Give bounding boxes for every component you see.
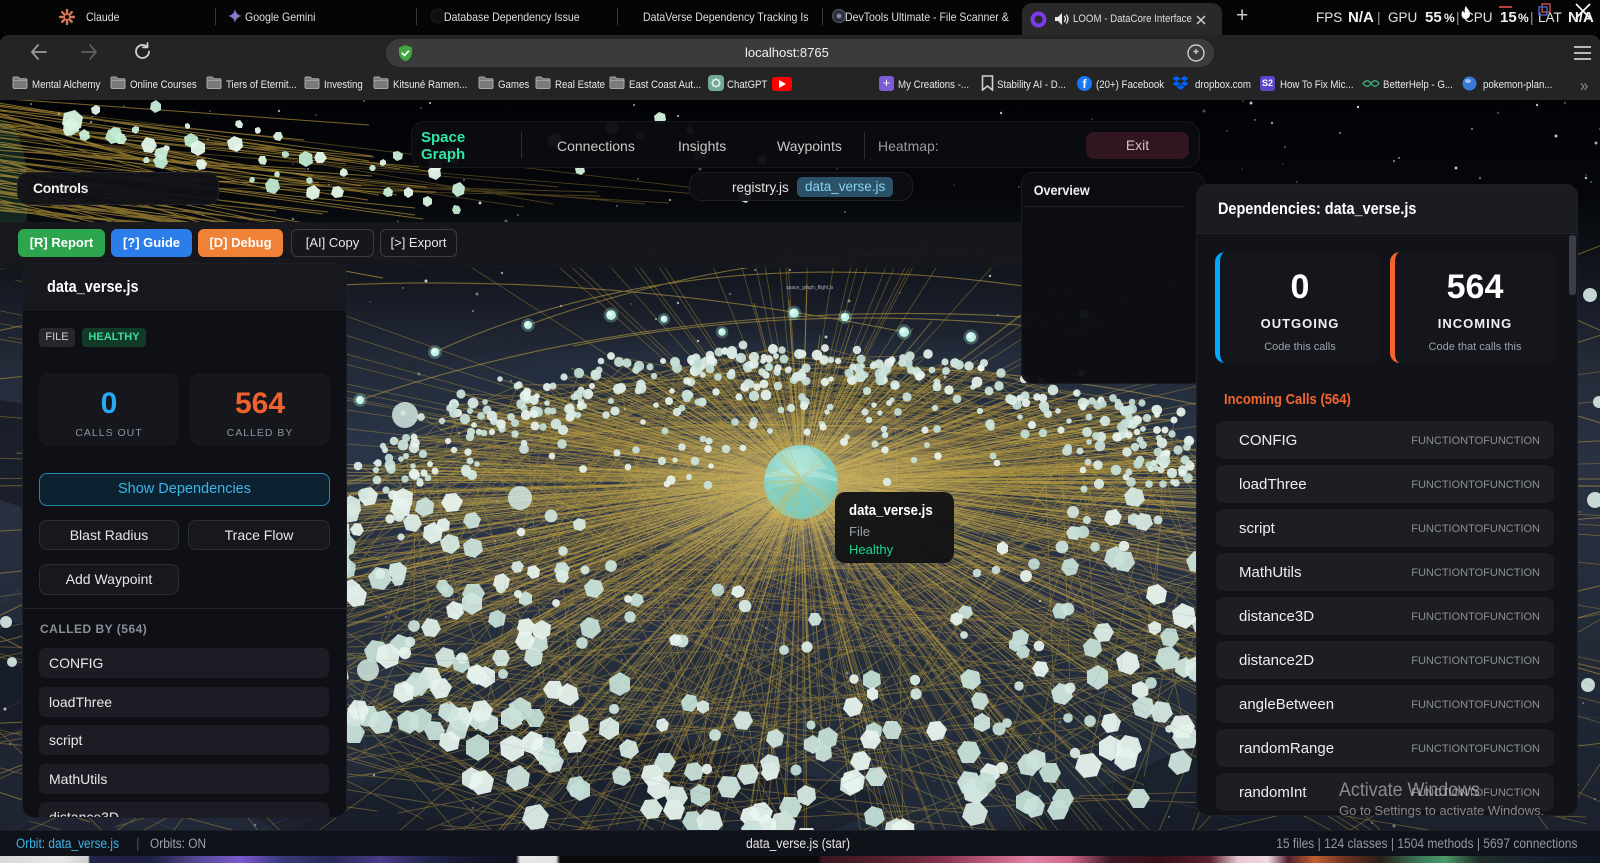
svg-text:space_graph_flight.js: space_graph_flight.js xyxy=(786,285,834,291)
